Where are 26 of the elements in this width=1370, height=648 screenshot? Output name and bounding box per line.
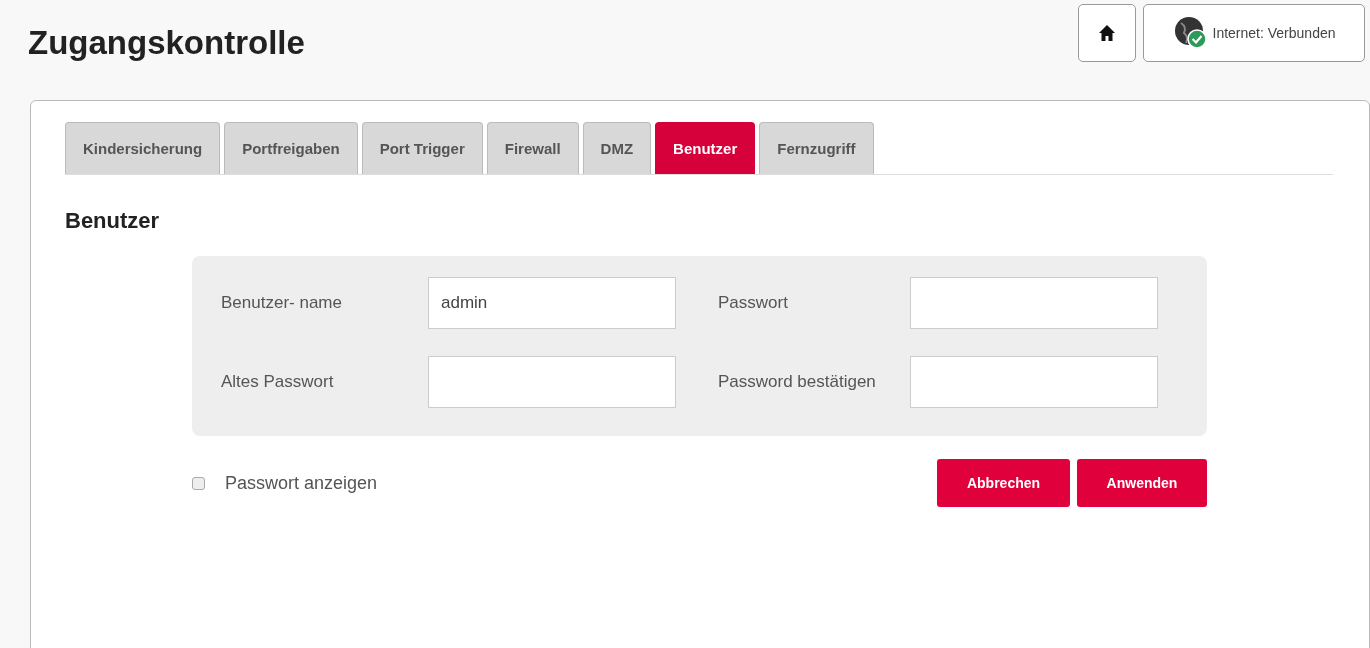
internet-status-button[interactable]: Internet: Verbunden [1143,4,1365,62]
tab[interactable]: Firewall [486,122,579,174]
tab[interactable]: Fernzugriff [759,122,874,174]
input-field[interactable] [428,356,676,408]
home-button[interactable] [1078,4,1136,62]
field-label: Passwort [718,292,789,314]
tab[interactable]: Kindersicherung [65,122,221,174]
tab[interactable]: Portfreigaben [224,122,358,174]
action-button[interactable]: Abbrechen [937,459,1070,507]
checkbox[interactable] [192,476,205,490]
input-field[interactable] [910,277,1158,329]
tab[interactable]: Benutzer [655,122,756,174]
internet-status-text: Internet: Verbunden [1212,25,1336,41]
action-button[interactable]: Anwenden [1077,459,1207,507]
page-title: Zugangskontrolle [28,24,305,62]
home-icon [1098,24,1116,42]
tab[interactable]: Port Trigger [361,122,483,174]
globe-check-icon [1172,15,1209,51]
input-field[interactable]: admin [428,277,676,329]
input-field[interactable] [910,356,1158,408]
field-label: Password bestätigen [718,371,877,393]
section-title: Benutzer [65,208,161,234]
field-label: Altes Passwort [221,371,335,393]
checkbox-label: Passwort anzeigen [225,472,378,494]
field-label: Benutzer- name [221,292,343,314]
tab[interactable]: DMZ [582,122,652,174]
